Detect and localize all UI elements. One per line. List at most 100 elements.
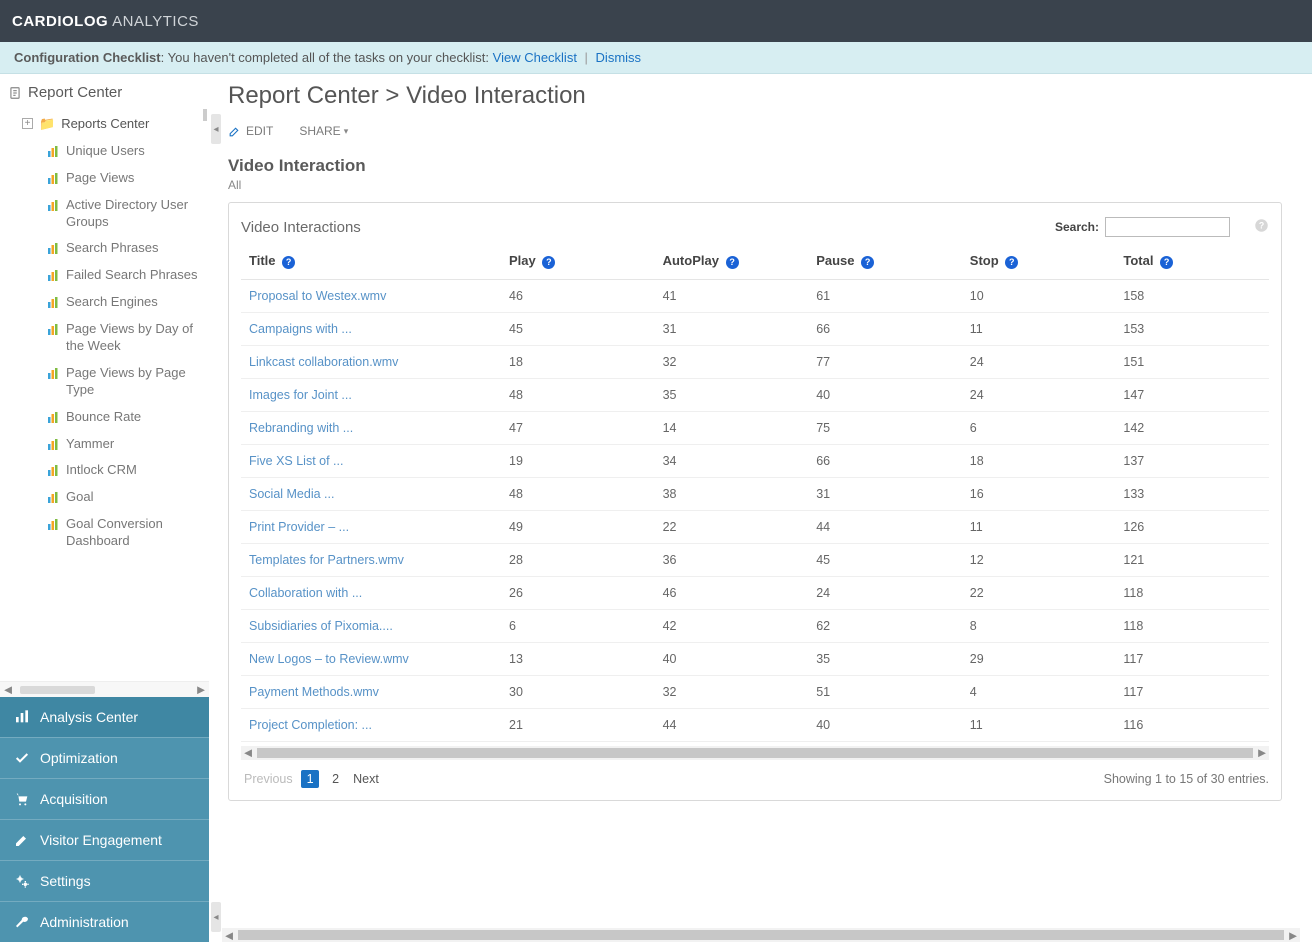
scroll-right-icon[interactable]: ►	[1286, 928, 1300, 942]
cell-total: 133	[1115, 478, 1269, 511]
sidebar-tree[interactable]: + 📁 Reports Center Unique UsersPage View…	[0, 107, 209, 681]
video-link[interactable]: Social Media ...	[249, 487, 334, 501]
video-link[interactable]: Payment Methods.wmv	[249, 685, 379, 699]
scroll-right-icon[interactable]: ►	[193, 682, 209, 698]
scroll-thumb[interactable]	[238, 930, 1284, 940]
nav-label: Acquisition	[40, 791, 108, 807]
tree-item[interactable]: Failed Search Phrases	[8, 262, 209, 289]
tree-item[interactable]: Goal	[8, 484, 209, 511]
wrench-icon	[14, 914, 30, 930]
nav-visitor-engagement[interactable]: Visitor Engagement	[0, 819, 209, 860]
video-link[interactable]: Print Provider – ...	[249, 520, 349, 534]
search-input[interactable]	[1105, 217, 1230, 237]
cell-total: 151	[1115, 346, 1269, 379]
video-link[interactable]: Collaboration with ...	[249, 586, 362, 600]
cell-total: 137	[1115, 445, 1269, 478]
help-icon[interactable]: ?	[1160, 256, 1173, 269]
cell-stop: 6	[962, 412, 1116, 445]
tree-item[interactable]: Intlock CRM	[8, 457, 209, 484]
tree-item-label: Page Views by Day of the Week	[66, 321, 203, 355]
video-link[interactable]: New Logos – to Review.wmv	[249, 652, 409, 666]
video-link[interactable]: Rebranding with ...	[249, 421, 353, 435]
cell-autoplay: 31	[655, 313, 809, 346]
dismiss-link[interactable]: Dismiss	[596, 50, 642, 65]
col-title[interactable]: Title ?	[241, 247, 501, 279]
tree-item-label: Goal	[66, 489, 203, 506]
cell-play: 18	[501, 346, 655, 379]
nav-administration[interactable]: Administration	[0, 901, 209, 942]
scroll-thumb[interactable]	[20, 686, 95, 694]
tree-item[interactable]: Search Phrases	[8, 235, 209, 262]
col-pause[interactable]: Pause ?	[808, 247, 962, 279]
video-link[interactable]: Images for Joint ...	[249, 388, 352, 402]
cell-autoplay: 41	[655, 280, 809, 313]
cell-stop: 12	[962, 544, 1116, 577]
tree-item[interactable]: Goal Conversion Dashboard	[8, 511, 209, 555]
help-icon[interactable]: ?	[861, 256, 874, 269]
cell-play: 13	[501, 643, 655, 676]
section-title: Video Interaction	[228, 156, 1282, 176]
chart-icon	[48, 199, 60, 211]
cell-title: Five XS List of ...	[241, 445, 501, 478]
tree-item[interactable]: Search Engines	[8, 289, 209, 316]
cell-total: 118	[1115, 610, 1269, 643]
scroll-right-icon[interactable]: ►	[1255, 746, 1269, 760]
tree-item[interactable]: Bounce Rate	[8, 404, 209, 431]
collapse-handle[interactable]: ◂	[211, 114, 221, 144]
pager-prev[interactable]: Previous	[244, 772, 293, 786]
table-row: Print Provider – ... 49 22 44 11 126	[241, 511, 1269, 544]
video-link[interactable]: Five XS List of ...	[249, 454, 343, 468]
video-link[interactable]: Subsidiaries of Pixomia....	[249, 619, 393, 633]
video-link[interactable]: Project Completion: ...	[249, 718, 372, 732]
col-autoplay[interactable]: AutoPlay ?	[655, 247, 809, 279]
help-icon[interactable]: ?	[1005, 256, 1018, 269]
nav-optimization[interactable]: Optimization	[0, 737, 209, 778]
banner-text: : You haven't completed all of the tasks…	[161, 50, 493, 65]
collapse-handle-bottom[interactable]: ◂	[211, 902, 221, 932]
tree-item[interactable]: Page Views	[8, 165, 209, 192]
col-play[interactable]: Play ?	[501, 247, 655, 279]
table-hscroll[interactable]: ◄ ►	[241, 746, 1269, 760]
sidebar-hscroll[interactable]: ◄ ►	[0, 681, 209, 697]
help-icon[interactable]: ?	[542, 256, 555, 269]
view-checklist-link[interactable]: View Checklist	[493, 50, 577, 65]
col-total[interactable]: Total ?	[1115, 247, 1269, 279]
page-1[interactable]: 1	[301, 770, 319, 788]
content-hscroll[interactable]: ◄ ►	[222, 928, 1300, 942]
pager-next[interactable]: Next	[353, 772, 379, 786]
tree-root-label: Reports Center	[61, 116, 203, 133]
cell-stop: 8	[962, 610, 1116, 643]
video-link[interactable]: Linkcast collaboration.wmv	[249, 355, 398, 369]
tree-item[interactable]: Page Views by Page Type	[8, 360, 209, 404]
video-link[interactable]: Proposal to Westex.wmv	[249, 289, 386, 303]
nav-settings[interactable]: Settings	[0, 860, 209, 901]
tree-root[interactable]: + 📁 Reports Center	[8, 111, 209, 138]
video-interactions-panel: Video Interactions Search: ? Title ? Pla…	[228, 202, 1282, 801]
nav-label: Administration	[40, 914, 129, 930]
help-icon[interactable]: ?	[282, 256, 295, 269]
video-link[interactable]: Templates for Partners.wmv	[249, 553, 404, 567]
help-icon[interactable]: ?	[726, 256, 739, 269]
nav-acquisition[interactable]: Acquisition	[0, 778, 209, 819]
col-stop[interactable]: Stop ?	[962, 247, 1116, 279]
cell-stop: 10	[962, 280, 1116, 313]
scroll-left-icon[interactable]: ◄	[0, 682, 16, 698]
scroll-left-icon[interactable]: ◄	[222, 928, 236, 942]
cell-total: 116	[1115, 709, 1269, 742]
expand-icon[interactable]: +	[22, 118, 33, 129]
nav-analysis-center[interactable]: Analysis Center	[0, 697, 209, 737]
tree-item[interactable]: Page Views by Day of the Week	[8, 316, 209, 360]
scroll-left-icon[interactable]: ◄	[241, 746, 255, 760]
chart-icon	[48, 296, 60, 308]
edit-button[interactable]: EDIT	[228, 124, 273, 138]
edit-icon	[228, 125, 241, 138]
chart-icon	[48, 411, 60, 423]
tree-item[interactable]: Yammer	[8, 431, 209, 458]
tree-item[interactable]: Active Directory User Groups	[8, 192, 209, 236]
scroll-thumb[interactable]	[257, 748, 1253, 758]
page-2[interactable]: 2	[327, 770, 345, 788]
tree-item[interactable]: Unique Users	[8, 138, 209, 165]
help-icon[interactable]: ?	[1254, 218, 1269, 236]
share-button[interactable]: SHARE ▾	[299, 124, 348, 138]
video-link[interactable]: Campaigns with ...	[249, 322, 352, 336]
